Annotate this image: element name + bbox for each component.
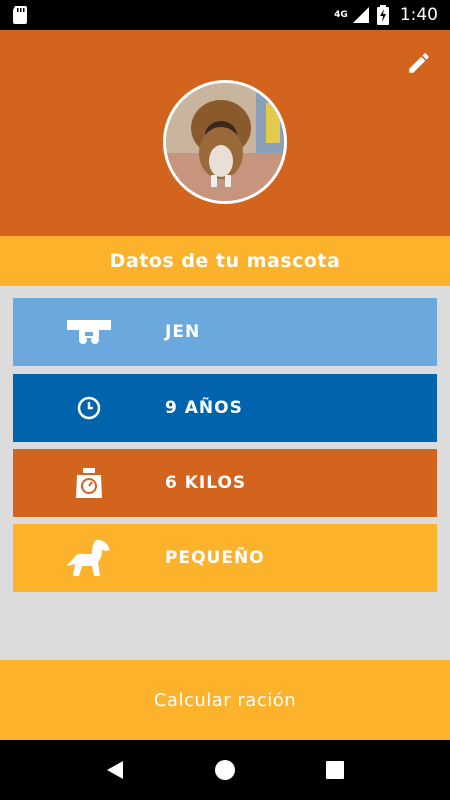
home-button[interactable] — [205, 750, 245, 790]
pencil-icon — [409, 53, 429, 73]
dog-icon — [13, 538, 165, 578]
signal-icon — [352, 7, 369, 23]
pet-header — [0, 30, 450, 236]
clock-icon — [13, 395, 165, 421]
pet-size-card[interactable]: PEQUEÑO — [13, 524, 437, 592]
clock: 1:40 — [399, 5, 438, 25]
collar-icon — [13, 318, 165, 346]
pet-size: PEQUEÑO — [165, 548, 265, 568]
sd-card-icon — [13, 6, 27, 24]
edit-button[interactable] — [402, 46, 436, 80]
pet-name-card[interactable]: JEN — [13, 298, 437, 366]
calculate-ration-button[interactable]: Calcular ración — [0, 660, 450, 740]
recents-button[interactable] — [315, 750, 355, 790]
pet-age: 9 AÑOS — [165, 398, 243, 418]
network-type: 4G — [334, 10, 348, 20]
system-nav-bar — [0, 740, 450, 800]
recents-square-icon — [326, 761, 344, 779]
pet-age-card[interactable]: 9 AÑOS — [13, 374, 437, 442]
home-circle-icon — [215, 760, 235, 780]
back-button[interactable] — [95, 750, 135, 790]
pet-weight: 6 KILOS — [165, 473, 247, 493]
scale-icon — [13, 467, 165, 499]
pet-photo — [166, 83, 284, 201]
pet-weight-card[interactable]: 6 KILOS — [13, 449, 437, 517]
pet-avatar[interactable] — [163, 80, 287, 204]
section-title: Datos de tu mascota — [0, 236, 450, 286]
pet-name: JEN — [165, 322, 201, 342]
battery-charging-icon — [376, 5, 389, 25]
back-triangle-icon — [107, 761, 123, 779]
status-bar: 4G 1:40 — [0, 0, 450, 30]
status-indicators: 4G 1:40 — [334, 5, 438, 25]
